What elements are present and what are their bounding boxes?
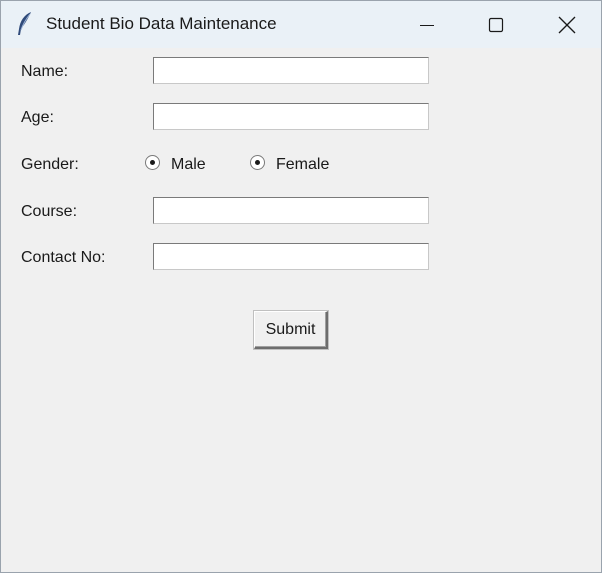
name-label: Name: xyxy=(21,63,69,80)
gender-female-radio[interactable] xyxy=(250,155,265,170)
gender-male-label[interactable]: Male xyxy=(171,156,206,174)
contact-label: Contact No: xyxy=(21,249,106,266)
close-icon xyxy=(558,16,576,33)
contact-field[interactable] xyxy=(153,243,429,270)
feather-icon xyxy=(15,11,35,37)
title-bar[interactable]: Student Bio Data Maintenance xyxy=(1,1,601,48)
age-field[interactable] xyxy=(153,103,429,130)
window-title: Student Bio Data Maintenance xyxy=(46,14,277,33)
close-button[interactable] xyxy=(532,1,602,48)
name-field[interactable] xyxy=(153,57,429,84)
maximize-button[interactable] xyxy=(461,1,531,48)
gender-female-label[interactable]: Female xyxy=(276,156,329,174)
maximize-icon xyxy=(488,17,504,32)
radio-selected-dot xyxy=(150,160,155,165)
minimize-button[interactable] xyxy=(392,1,462,48)
course-label: Course: xyxy=(21,203,78,220)
gender-male-radio[interactable] xyxy=(145,155,160,170)
radio-selected-dot xyxy=(255,160,260,165)
course-field[interactable] xyxy=(153,197,429,224)
app-window: Student Bio Data Maintenance Name: Age: … xyxy=(0,0,602,573)
minimize-icon xyxy=(420,24,434,26)
gender-label: Gender: xyxy=(21,156,79,173)
age-label: Age: xyxy=(21,109,54,126)
submit-button[interactable]: Submit xyxy=(254,311,328,349)
